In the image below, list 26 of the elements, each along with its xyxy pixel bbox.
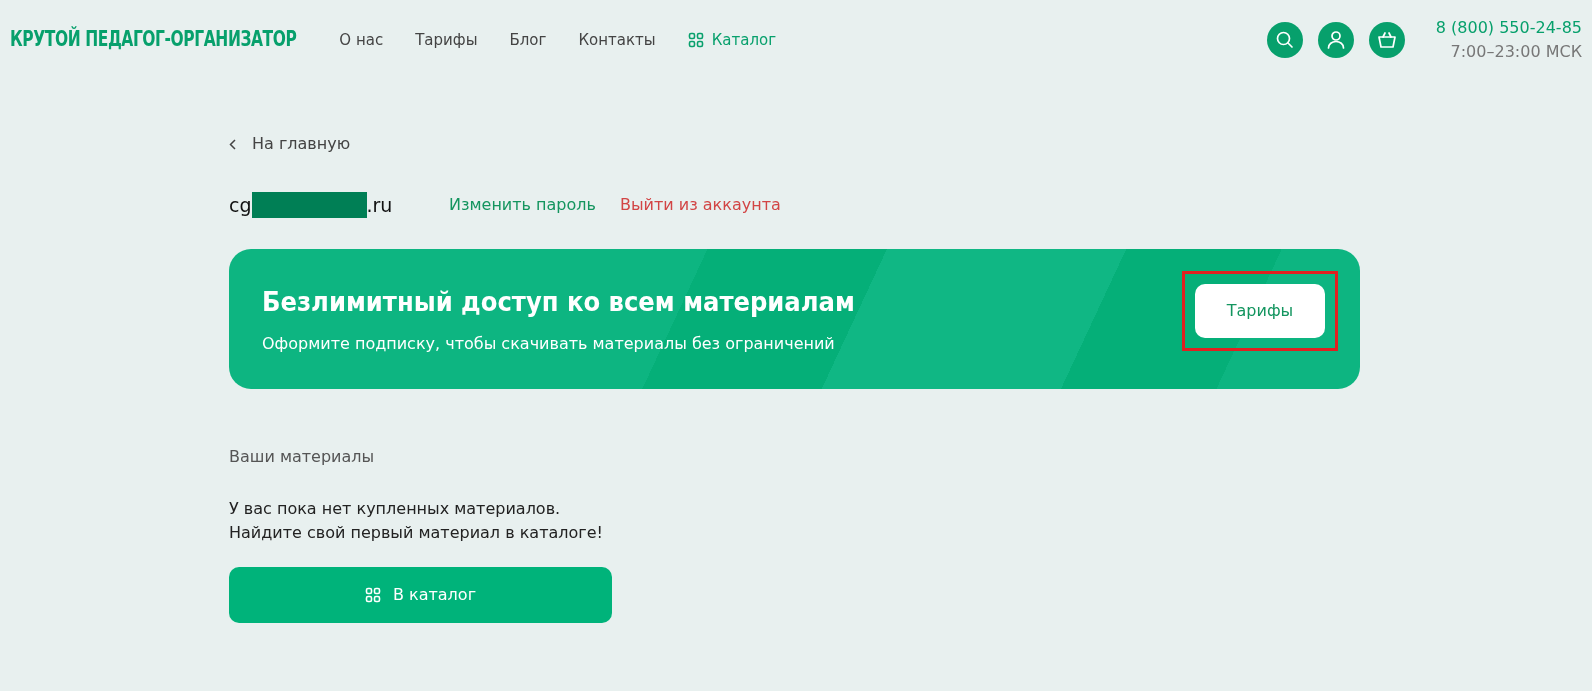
nav-link[interactable]: О нас xyxy=(339,28,384,52)
banner-title: Безлимитный доступ ко всем материалам xyxy=(262,284,855,319)
basket-icon xyxy=(1375,29,1398,51)
back-link[interactable]: На главную xyxy=(229,132,351,156)
section-heading: Ваши материалы xyxy=(229,446,376,468)
email-text: .ru xyxy=(366,192,393,218)
working-hours: 7:00–23:00 МСК xyxy=(1449,41,1582,63)
grid-icon xyxy=(687,32,704,48)
chevron-left-icon xyxy=(229,138,236,150)
search-button[interactable] xyxy=(1266,22,1303,58)
nav-link[interactable]: Тарифы xyxy=(415,28,478,52)
tariffs-button[interactable]: Тарифы xyxy=(1195,284,1325,338)
catalog-link[interactable]: Каталог xyxy=(687,28,777,52)
cart-button[interactable] xyxy=(1368,22,1405,58)
phone-number[interactable]: 8 (800) 550-24-85 xyxy=(1435,16,1582,40)
change-password-link[interactable]: Изменить пароль xyxy=(449,192,596,217)
email-text: cg xyxy=(229,192,252,218)
nav-link[interactable]: Блог xyxy=(509,28,547,52)
nav-link[interactable]: Контакты xyxy=(578,28,656,52)
catalog-button[interactable]: В каталог xyxy=(229,567,612,623)
banner-subtitle: Оформите подписку, чтобы скачивать материалы без ограничений xyxy=(262,333,836,356)
user-button[interactable] xyxy=(1317,22,1354,58)
logout-link[interactable]: Выйти из аккаунта xyxy=(619,192,781,217)
grid-icon xyxy=(364,587,381,603)
empty-message: У вас пока нет купленных материалов. Найдите свой первый материал в каталоге! xyxy=(229,498,603,544)
logo[interactable]: КРУТОЙ ПЕДАГОГ-ОРГАНИЗАТОР xyxy=(10,24,297,56)
